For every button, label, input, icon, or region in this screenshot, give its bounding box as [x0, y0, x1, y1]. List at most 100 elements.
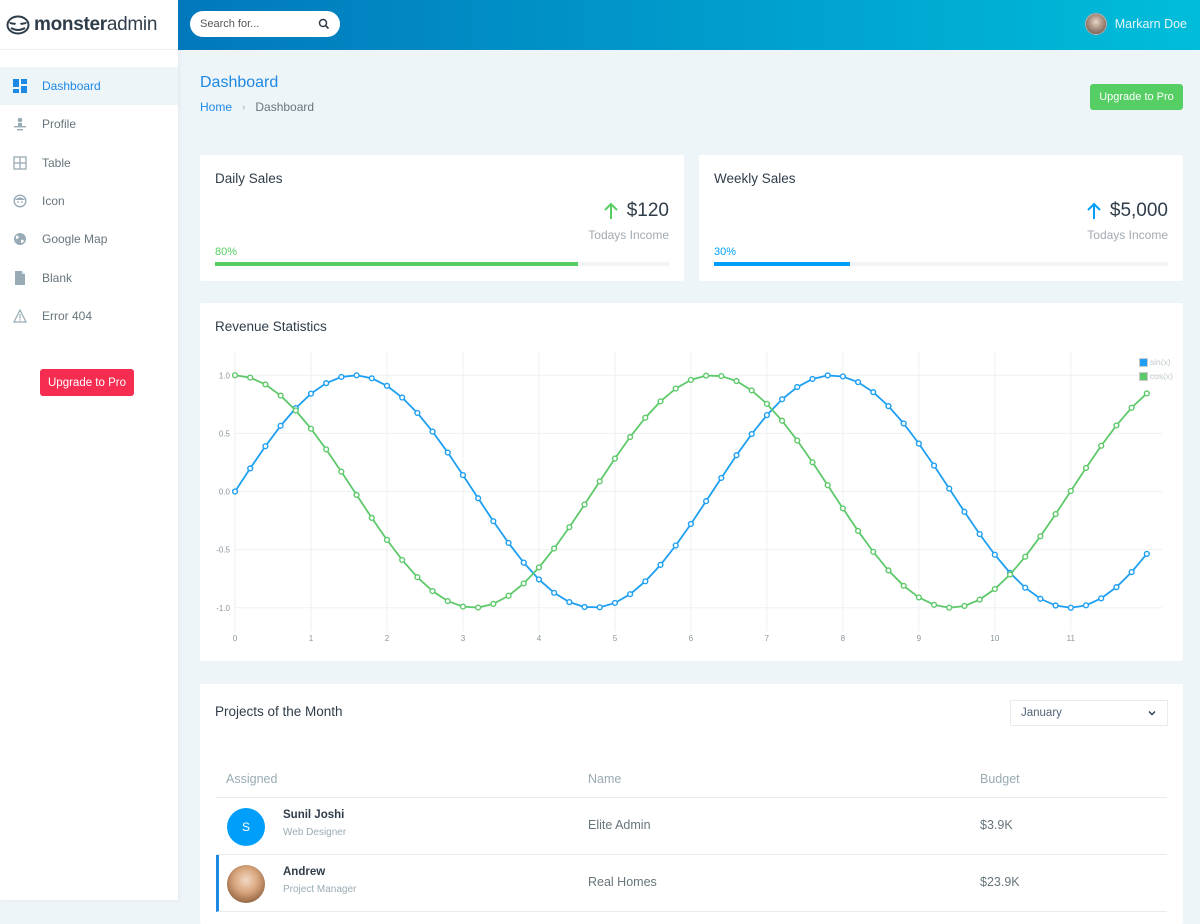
sidebar-item-icon[interactable]: Icon [0, 182, 178, 220]
data-point-cos [809, 459, 816, 466]
data-point-sin [307, 390, 315, 397]
data-point-sin [642, 578, 649, 585]
data-point-cos [702, 372, 710, 379]
topbar: Markarn Doe [178, 0, 1200, 50]
breadcrumb-home-link[interactable]: Home [200, 100, 232, 114]
data-point-cos [672, 385, 679, 392]
data-point-sin [459, 471, 467, 479]
data-point-cos [870, 548, 877, 555]
progress-fill [714, 262, 851, 266]
data-point-sin [596, 604, 603, 611]
stat-sublabel: Todays Income [588, 228, 669, 242]
monster-logo-icon [6, 15, 30, 34]
data-point-cos [520, 580, 527, 587]
data-point-sin [338, 373, 345, 381]
data-point-sin [383, 382, 391, 389]
data-point-cos [551, 545, 558, 552]
data-point-sin [794, 383, 801, 391]
card-title: Daily Sales [215, 171, 283, 186]
data-point-cos [900, 582, 907, 589]
table-row[interactable]: S Sunil Joshi Web Designer Elite Admin $… [216, 798, 1167, 855]
column-header-budget: Budget [980, 772, 1020, 786]
data-point-sin [1098, 595, 1105, 602]
data-point-cos [535, 564, 543, 571]
sidebar-item-table[interactable]: Table [0, 144, 178, 182]
chart-legend: sin(x) cos(x) [1138, 355, 1173, 383]
data-point-cos [231, 372, 239, 379]
search-icon[interactable] [318, 18, 330, 30]
data-point-sin [444, 449, 451, 456]
data-point-cos [1006, 571, 1014, 578]
sidebar-item-error-404[interactable]: Error 404 [0, 297, 178, 335]
x-tick-label: 6 [689, 634, 694, 643]
data-point-sin [824, 372, 831, 379]
table-icon [13, 156, 27, 170]
data-point-cos [1052, 510, 1059, 518]
data-point-sin [718, 474, 725, 482]
sidebar-item-google-map[interactable]: Google Map [0, 220, 178, 258]
x-tick-label: 1 [309, 634, 314, 643]
sidebar-item-profile[interactable]: Profile [0, 105, 178, 143]
user-avatar [1084, 13, 1107, 35]
data-point-sin [277, 422, 284, 429]
header-upgrade-button[interactable]: Upgrade to Pro [1090, 84, 1183, 110]
data-point-sin [702, 498, 710, 505]
data-point-cos [307, 425, 315, 432]
data-point-cos [444, 597, 451, 605]
data-point-cos [915, 594, 922, 601]
sidebar-upgrade-button[interactable]: Upgrade to Pro [40, 369, 134, 396]
data-point-cos [1098, 442, 1105, 449]
data-point-sin [1113, 584, 1120, 591]
legend-swatch [1138, 357, 1148, 367]
search-input[interactable] [200, 18, 310, 30]
data-point-sin [581, 603, 588, 611]
data-point-cos [778, 417, 786, 424]
dashboard-icon [13, 79, 27, 94]
data-point-sin [1052, 602, 1059, 609]
data-point-sin [870, 389, 877, 396]
page-title: Dashboard [200, 74, 279, 91]
stat-value: $120 [603, 200, 669, 222]
progress-track [714, 262, 1168, 266]
x-tick-label: 0 [233, 634, 238, 643]
y-tick-label: 0.0 [219, 488, 231, 497]
assignee: Sunil Joshi Web Designer [283, 809, 346, 838]
data-point-cos [368, 514, 375, 522]
legend-item-sin[interactable]: sin(x) [1138, 355, 1173, 369]
breadcrumb-current: Dashboard [255, 100, 315, 114]
brand-logo[interactable]: monster admin [0, 0, 178, 50]
data-point-sin [961, 508, 968, 515]
data-point-cos [824, 482, 831, 489]
assignee-name: Andrew [283, 866, 326, 878]
sidebar-item-label: Icon [42, 194, 65, 209]
warning-icon [13, 308, 27, 323]
data-point-sin [839, 373, 846, 380]
data-point-sin [672, 542, 679, 549]
revenue-chart: 0 1 2 3 4 5 6 7 8 9 10 11 1.0 0.5 0.0 -0.5 -1.0 [216, 352, 1162, 643]
data-point-cos [505, 592, 512, 599]
smiley-icon [13, 194, 27, 208]
globe-icon [13, 232, 27, 246]
data-point-cos [611, 455, 619, 462]
user-menu[interactable]: Markarn Doe [1084, 13, 1187, 35]
sidebar-item-label: Blank [42, 270, 73, 285]
table-row[interactable]: Andrew Project Manager Real Homes $23.9K [216, 855, 1167, 912]
sidebar-item-dashboard[interactable]: Dashboard [0, 67, 178, 106]
data-point-cos [991, 585, 998, 593]
data-point-cos [1113, 422, 1120, 429]
project-name: Elite Admin [588, 818, 651, 832]
data-point-sin [566, 599, 573, 606]
data-point-cos [1037, 533, 1044, 540]
stat-amount: $120 [626, 200, 669, 221]
data-point-sin [520, 559, 527, 566]
sidebar-item-label: Error 404 [42, 308, 93, 323]
data-point-sin [1037, 595, 1044, 602]
breadcrumb: Home › Dashboard [200, 100, 314, 114]
data-point-cos [794, 437, 801, 444]
card-title: Weekly Sales [714, 171, 796, 186]
sidebar-item-blank[interactable]: Blank [0, 258, 178, 296]
y-tick-label: -1.0 [216, 604, 230, 613]
data-point-sin [399, 394, 406, 401]
month-select[interactable]: January [1010, 700, 1168, 726]
legend-item-cos[interactable]: cos(x) [1138, 369, 1173, 383]
